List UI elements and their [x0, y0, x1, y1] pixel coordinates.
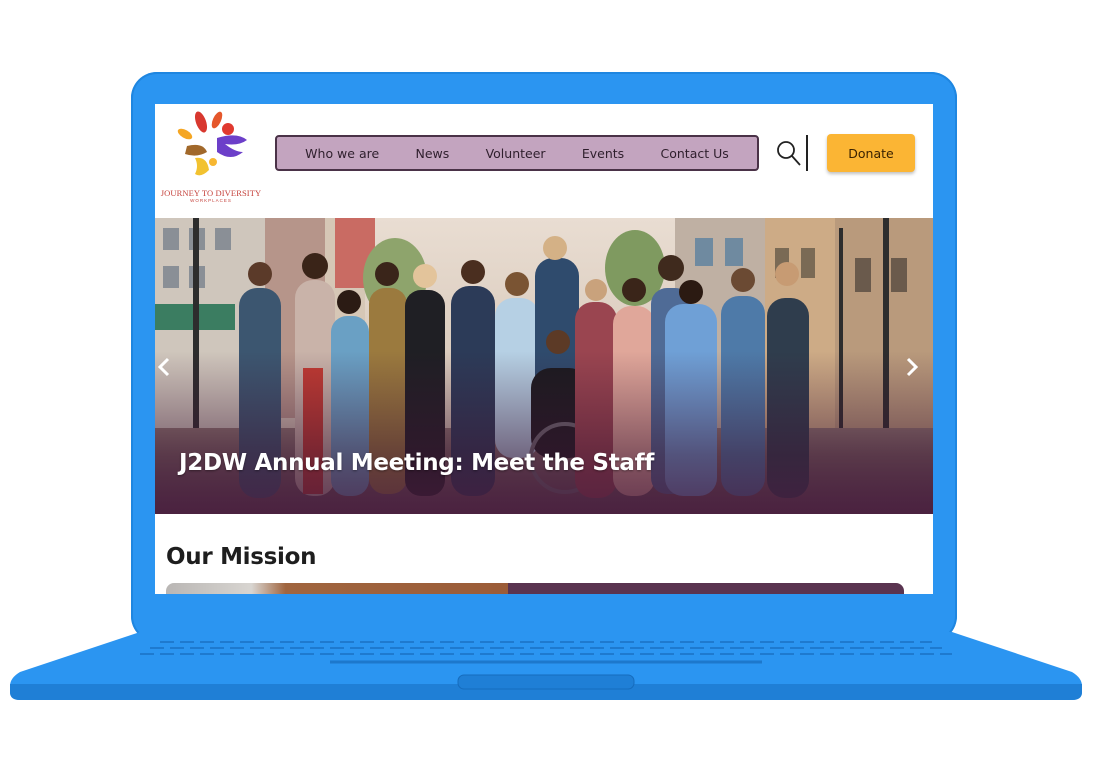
donate-button[interactable]: Donate	[827, 134, 915, 172]
nav-news[interactable]: News	[415, 146, 449, 161]
chevron-left-icon	[157, 357, 170, 377]
nav-volunteer[interactable]: Volunteer	[486, 146, 546, 161]
hero-slider[interactable]: J2DW Annual Meeting: Meet the Staff	[155, 218, 933, 514]
logo-subtitle: WORKPLACES	[190, 198, 232, 203]
nav-events[interactable]: Events	[582, 146, 624, 161]
mission-panel	[508, 583, 904, 594]
mission-card	[166, 583, 904, 594]
search-button[interactable]	[775, 138, 803, 168]
chevron-right-icon	[906, 357, 919, 377]
main-nav: Who we are News Volunteer Events Contact…	[275, 135, 759, 171]
mission-image	[166, 583, 508, 594]
search-icon	[777, 141, 801, 166]
browser-screen: JOURNEY TO DIVERSITY WORKPLACES Who we a…	[155, 104, 933, 594]
logo-icon	[177, 111, 247, 176]
slider-next-button[interactable]	[903, 356, 921, 378]
hero-caption: J2DW Annual Meeting: Meet the Staff	[179, 450, 655, 476]
laptop-base	[10, 632, 1082, 700]
logo-title: JOURNEY TO DIVERSITY	[160, 188, 262, 198]
mission-heading: Our Mission	[166, 544, 317, 570]
site-logo[interactable]: JOURNEY TO DIVERSITY WORKPLACES	[155, 104, 265, 208]
nav-who-we-are[interactable]: Who we are	[305, 146, 379, 161]
nav-contact-us[interactable]: Contact Us	[661, 146, 729, 161]
slider-prev-button[interactable]	[155, 356, 173, 378]
header-divider	[806, 135, 808, 171]
